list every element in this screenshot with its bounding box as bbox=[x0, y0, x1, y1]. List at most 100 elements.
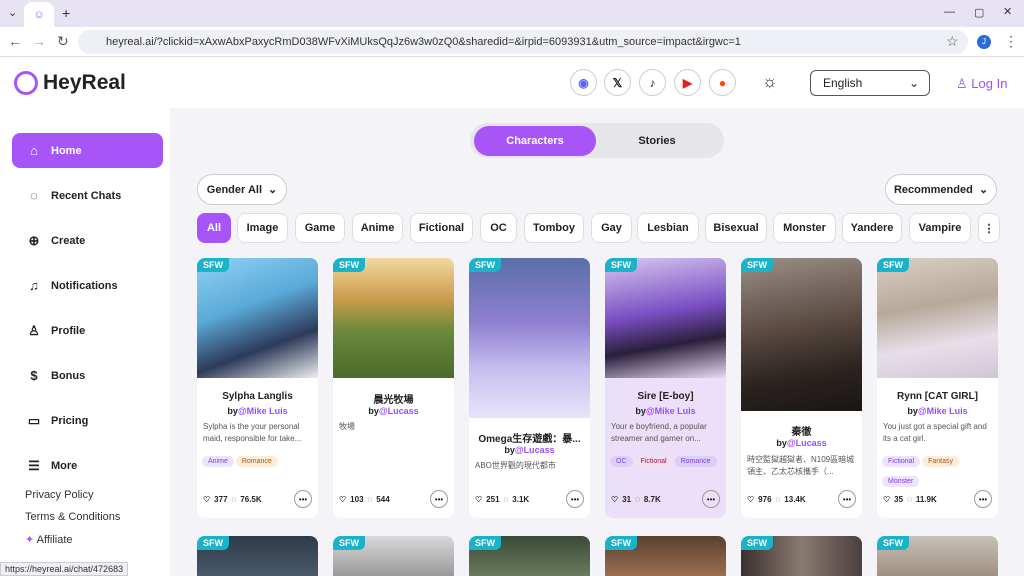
card-author[interactable]: by@Mike Luis bbox=[197, 406, 318, 416]
character-card[interactable]: SFW Sylpha Langlis by@Mike Luis Sylpha i… bbox=[197, 258, 318, 518]
close-window-icon[interactable]: ✕ bbox=[1003, 5, 1012, 18]
minimize-icon[interactable]: — bbox=[944, 6, 955, 18]
reddit-icon[interactable]: ● bbox=[709, 69, 736, 96]
card-author[interactable]: by@Mike Luis bbox=[877, 406, 998, 416]
sidebar-item-profile[interactable]: ♙ Profile bbox=[12, 313, 163, 348]
chip-oc[interactable]: OC bbox=[480, 213, 517, 243]
chip-anime[interactable]: Anime bbox=[352, 213, 403, 243]
sidebar-item-home[interactable]: ⌂ Home bbox=[12, 133, 163, 168]
card-title: 秦徹 bbox=[791, 427, 812, 438]
chip-gay[interactable]: Gay bbox=[591, 213, 632, 243]
sfw-badge: SFW bbox=[605, 258, 637, 272]
card-author[interactable]: by@Mike Luis bbox=[605, 406, 726, 416]
chat-count: 3.1K bbox=[512, 495, 530, 504]
chip-yandere[interactable]: Yandere bbox=[842, 213, 902, 243]
chips-more-icon[interactable]: ⋮ bbox=[978, 213, 1000, 243]
affiliate-link[interactable]: ✦ Affiliate bbox=[25, 533, 73, 546]
heart-icon: ♡ bbox=[611, 495, 619, 504]
forward-icon[interactable]: → bbox=[32, 33, 46, 49]
tiktok-icon[interactable]: ♪ bbox=[639, 69, 666, 96]
profile-avatar[interactable]: J bbox=[977, 35, 991, 49]
character-card[interactable]: SFW 晨光牧場 by@Lucass 牧場 ♡ 103 ◌ 544 ••• bbox=[333, 258, 454, 518]
tab-stories[interactable]: Stories bbox=[596, 126, 718, 156]
character-card[interactable]: SFW bbox=[469, 536, 590, 576]
sfw-badge: SFW bbox=[741, 536, 773, 550]
sidebar-item-bonus[interactable]: $ Bonus bbox=[12, 358, 163, 393]
chip-fictional[interactable]: Fictional bbox=[410, 213, 473, 243]
sort-select[interactable]: Recommended ⌄ bbox=[885, 174, 997, 205]
privacy-policy-link[interactable]: Privacy Policy bbox=[25, 489, 93, 501]
character-card[interactable]: SFW bbox=[741, 536, 862, 576]
card-by: by bbox=[368, 406, 379, 416]
sfw-badge: SFW bbox=[877, 258, 909, 272]
card-author[interactable]: by@Lucass bbox=[469, 445, 590, 455]
heart-icon: ♡ bbox=[883, 495, 891, 504]
character-card[interactable]: SFW bbox=[877, 536, 998, 576]
back-icon[interactable]: ← bbox=[8, 33, 22, 49]
card-more-icon[interactable]: ••• bbox=[294, 490, 312, 508]
new-tab-icon[interactable]: + bbox=[62, 5, 70, 21]
chip-image[interactable]: Image bbox=[237, 213, 288, 243]
tag: Anime bbox=[202, 456, 234, 467]
active-tab[interactable]: ☺ bbox=[24, 2, 54, 27]
tab-list-icon[interactable]: ⌄ bbox=[8, 6, 17, 19]
character-card[interactable]: SFW bbox=[197, 536, 318, 576]
sidebar-item-more[interactable]: ☰ More bbox=[12, 448, 163, 483]
card-more-icon[interactable]: ••• bbox=[838, 490, 856, 508]
sidebar-item-notifications[interactable]: ♫ Notifications bbox=[12, 268, 163, 303]
sidebar-item-label: Create bbox=[51, 234, 86, 247]
character-card[interactable]: SFW bbox=[605, 536, 726, 576]
browser-tab-strip: ⌄ ☺ + — ▢ ✕ bbox=[0, 0, 1024, 27]
youtube-icon[interactable]: ▶ bbox=[674, 69, 701, 96]
chip-lesbian[interactable]: Lesbian bbox=[637, 213, 699, 243]
character-card[interactable]: SFW 秦徹 by@Lucass 時空監獄越獄者、N109區暗城領主、乙太芯核攜… bbox=[741, 258, 862, 518]
card-description: Sylpha is the your personal maid, respon… bbox=[203, 422, 302, 443]
sfw-badge: SFW bbox=[877, 536, 909, 550]
chat-count: 11.9K bbox=[915, 495, 937, 504]
card-more-icon[interactable]: ••• bbox=[430, 490, 448, 508]
card-more-icon[interactable]: ••• bbox=[566, 490, 584, 508]
card-tags: Fictional FantasyMonster bbox=[882, 450, 994, 490]
logo[interactable]: HeyReal bbox=[14, 71, 126, 95]
address-bar[interactable]: heyreal.ai/?clickid=xAxwAbxPaxycRmD038WF… bbox=[78, 30, 968, 54]
terms-link[interactable]: Terms & Conditions bbox=[25, 511, 120, 523]
x-icon[interactable]: 𝕏 bbox=[604, 69, 631, 96]
chip-tomboy[interactable]: Tomboy bbox=[524, 213, 584, 243]
character-card[interactable]: SFW Rynn [CAT GIRL] by@Mike Luis You jus… bbox=[877, 258, 998, 518]
discord-icon[interactable]: ◉ bbox=[570, 69, 597, 96]
card-author[interactable]: by@Lucass bbox=[333, 406, 454, 416]
like-count: 103 bbox=[350, 495, 364, 504]
sidebar-item-pricing[interactable]: ▭ Pricing bbox=[12, 403, 163, 438]
character-card[interactable]: SFW Sire [E-boy] by@Mike Luis Your e boy… bbox=[605, 258, 726, 518]
language-select[interactable]: English ⌄ bbox=[810, 70, 930, 96]
maximize-icon[interactable]: ▢ bbox=[974, 6, 984, 19]
card-by: by bbox=[504, 445, 515, 455]
sidebar-item-label: Recent Chats bbox=[51, 189, 122, 202]
chevron-down-icon: ⌄ bbox=[908, 76, 919, 90]
tag: Monster bbox=[882, 476, 920, 487]
chip-game[interactable]: Game bbox=[295, 213, 345, 243]
sidebar-item-create[interactable]: ⊕ Create bbox=[12, 223, 163, 258]
card-more-icon[interactable]: ••• bbox=[702, 490, 720, 508]
reload-icon[interactable]: ↻ bbox=[57, 33, 69, 50]
tag: Fictional bbox=[882, 456, 921, 467]
character-image bbox=[333, 258, 454, 378]
character-card[interactable]: SFW bbox=[333, 536, 454, 576]
chip-vampire[interactable]: Vampire bbox=[909, 213, 971, 243]
theme-toggle-icon[interactable]: ☼ bbox=[762, 72, 778, 92]
logo-mark-icon bbox=[14, 71, 38, 95]
chip-all[interactable]: All bbox=[197, 213, 231, 243]
login-button[interactable]: ♙ Log In bbox=[956, 76, 1007, 92]
tab-characters[interactable]: Characters bbox=[474, 126, 596, 156]
sfw-badge: SFW bbox=[333, 258, 365, 272]
chip-bisexual[interactable]: Bisexual bbox=[705, 213, 767, 243]
bookmark-star-icon[interactable]: ☆ bbox=[946, 33, 959, 50]
chip-monster[interactable]: Monster bbox=[773, 213, 836, 243]
gender-filter[interactable]: Gender All ⌄ bbox=[197, 174, 287, 205]
browser-toolbar: ← → ↻ heyreal.ai/?clickid=xAxwAbxPaxycRm… bbox=[0, 27, 1024, 57]
card-more-icon[interactable]: ••• bbox=[974, 490, 992, 508]
sidebar-item-recent-chats[interactable]: ◌ Recent Chats bbox=[12, 178, 163, 213]
character-card[interactable]: SFW Omega生存遊戲：暴... by@Lucass ABO世界觀的現代都市… bbox=[469, 258, 590, 518]
card-author[interactable]: by@Lucass bbox=[741, 438, 862, 448]
browser-menu-icon[interactable]: ⋮ bbox=[1004, 33, 1018, 50]
